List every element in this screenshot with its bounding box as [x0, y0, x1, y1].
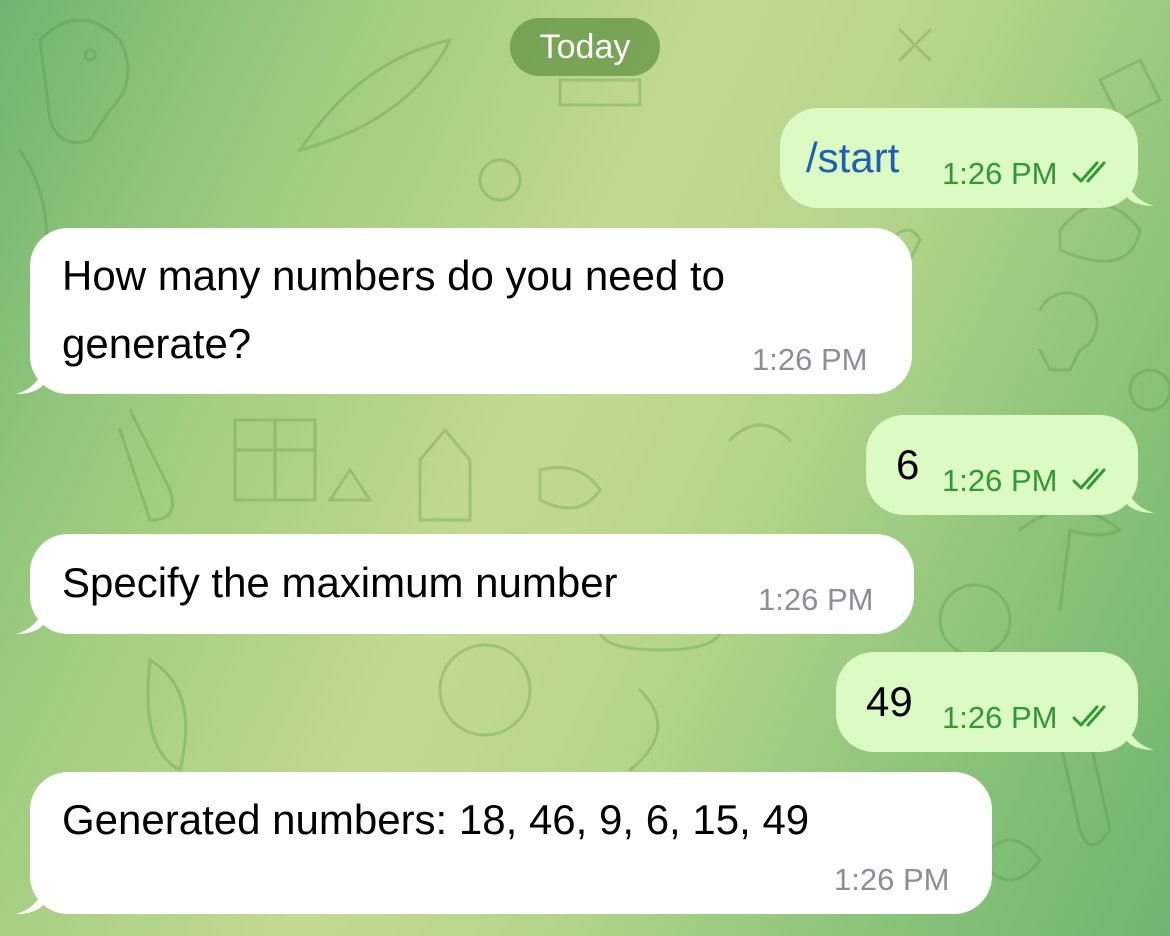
message-text-line: generate?: [62, 320, 252, 367]
double-check-icon: [1072, 161, 1106, 183]
date-separator: Today: [510, 18, 660, 76]
message-text: 6: [896, 441, 920, 488]
command-link[interactable]: /start: [806, 125, 899, 191]
message-text: 49: [866, 678, 913, 725]
bubble-tail-icon: [16, 366, 44, 394]
message-time: 1:26 PM: [942, 700, 1058, 735]
bubble-tail-icon: [16, 886, 44, 914]
bubble-tail-icon: [1126, 485, 1154, 513]
message-time: 1:26 PM: [752, 342, 868, 377]
double-check-icon: [1072, 468, 1106, 490]
bubble-tail-icon: [16, 606, 44, 634]
date-separator-label: Today: [539, 27, 631, 66]
double-check-icon: [1072, 705, 1106, 727]
bubble-tail-icon: [1126, 178, 1154, 206]
message-text: Specify the maximum number: [62, 559, 618, 606]
message-time: 1:26 PM: [942, 463, 1058, 498]
message-time: 1:26 PM: [942, 156, 1058, 191]
message-text: Generated numbers: 18, 46, 9, 6, 15, 49: [62, 796, 810, 843]
message-text-line: How many numbers do you need to: [62, 252, 726, 299]
bubble-tail-icon: [1126, 722, 1154, 750]
message-time: 1:26 PM: [834, 862, 950, 897]
message-time: 1:26 PM: [758, 582, 874, 617]
